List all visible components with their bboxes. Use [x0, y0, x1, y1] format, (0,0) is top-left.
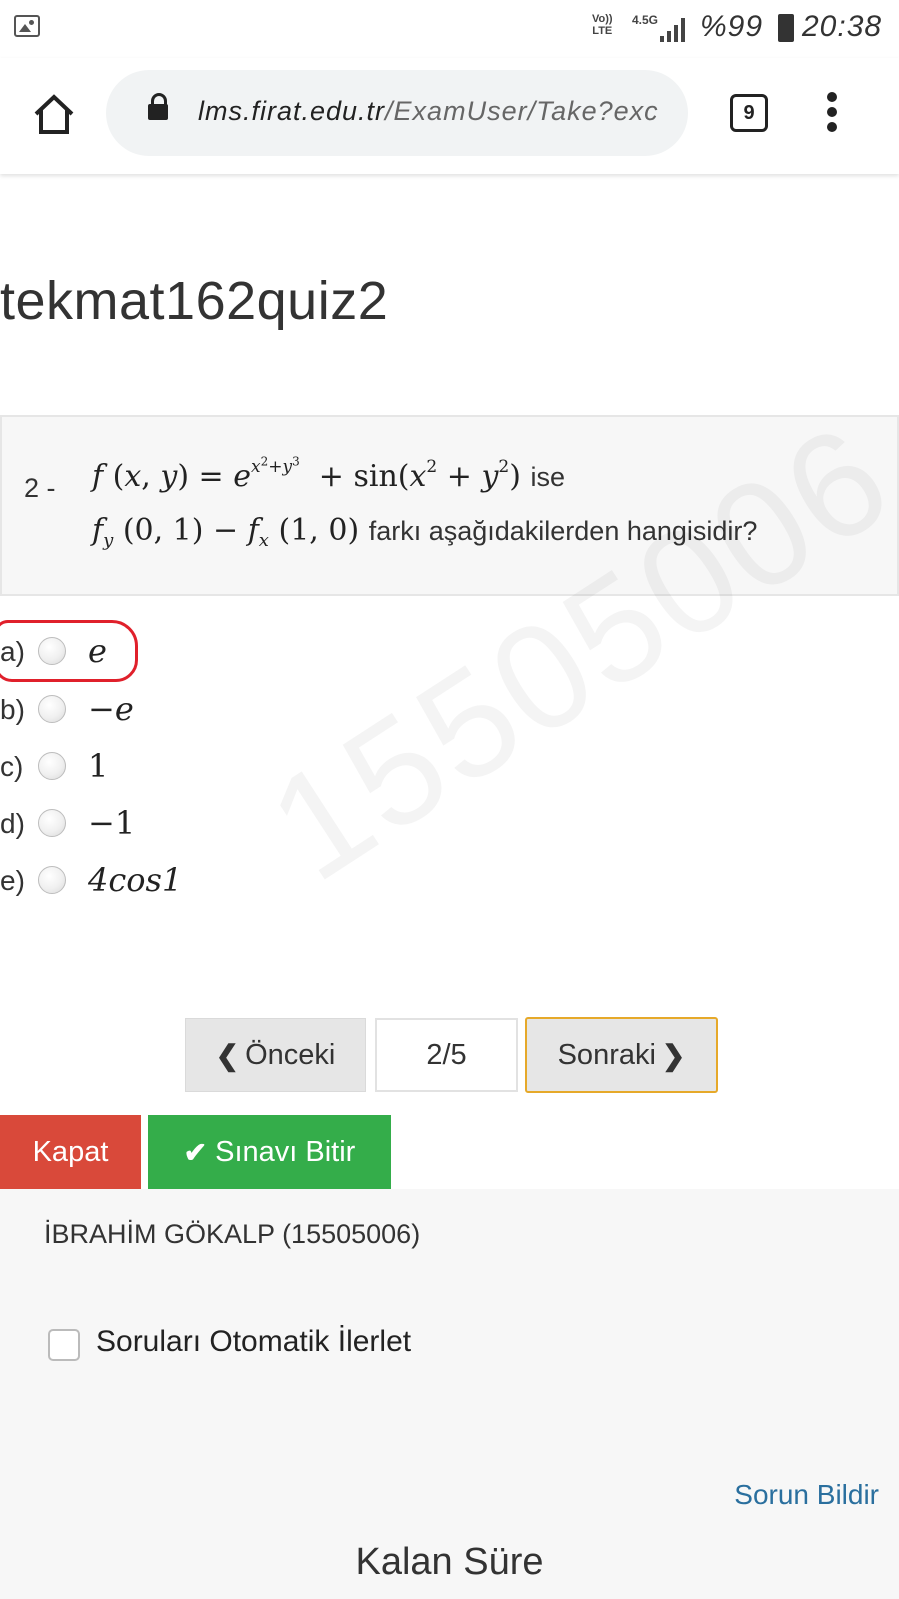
option-label: a)	[0, 636, 25, 667]
browser-toolbar: lms.firat.edu.tr/ExamUser/Take?exc 9	[0, 58, 899, 174]
option-label: e)	[0, 865, 25, 896]
next-button[interactable]: Sonraki ❯	[525, 1017, 718, 1093]
finish-exam-button[interactable]: ✔ Sınavı Bitir	[148, 1115, 391, 1189]
question-text: farkı aşağıdakilerden hangisidir?	[368, 516, 758, 546]
option-value: 4cos1	[88, 861, 183, 899]
signal-icon	[660, 18, 692, 42]
image-notification-icon	[14, 15, 40, 37]
previous-button[interactable]: ❮ Önceki	[185, 1018, 366, 1092]
status-bar: Vo)) LTE 4.5G %99 20:38	[0, 0, 899, 58]
question-panel: 2 - f (x, y) = ex2+y3 + sin(x2 + y2) ise…	[0, 415, 899, 596]
option-a[interactable]: a) e	[0, 628, 300, 678]
remaining-time-label: Kalan Süre	[355, 1541, 544, 1583]
auto-advance-checkbox[interactable]	[48, 1329, 80, 1361]
report-issue-link[interactable]: Sorun Bildir	[734, 1479, 879, 1511]
check-icon: ✔	[183, 1136, 208, 1168]
battery-percent: %99	[700, 10, 764, 43]
option-value: −1	[88, 804, 136, 842]
network-type: 4.5G	[632, 13, 659, 27]
address-bar[interactable]: lms.firat.edu.tr/ExamUser/Take?exc	[106, 70, 688, 156]
student-name: İBRAHİM GÖKALP (15505006)	[44, 1219, 421, 1249]
option-radio[interactable]	[38, 752, 66, 780]
option-label: b)	[0, 694, 25, 725]
more-menu-icon[interactable]	[826, 92, 838, 140]
chevron-left-icon: ❮	[215, 1039, 240, 1071]
question-number: 2 -	[24, 473, 56, 503]
exam-info-panel: İBRAHİM GÖKALP (15505006) Soruları Otoma…	[0, 1189, 899, 1599]
home-icon[interactable]	[32, 92, 76, 136]
option-label: c)	[0, 751, 24, 782]
volte-indicator: Vo)) LTE	[592, 13, 613, 37]
lock-icon	[148, 93, 168, 120]
auto-advance-label[interactable]: Soruları Otomatik İlerlet	[96, 1325, 411, 1359]
exam-title: tekmat162quiz2	[0, 271, 389, 331]
option-radio[interactable]	[38, 866, 66, 894]
question-suffix: ise	[530, 462, 566, 492]
chevron-right-icon: ❯	[661, 1039, 686, 1071]
url-text[interactable]: lms.firat.edu.tr/ExamUser/Take?exc	[198, 96, 659, 127]
option-d[interactable]: d) −1	[0, 800, 300, 850]
option-label: d)	[0, 808, 25, 839]
question-formula: f (x, y) = ex2+y3 + sin(x2 + y2) ise	[92, 454, 566, 494]
option-b[interactable]: b) −e	[0, 686, 300, 736]
option-radio[interactable]	[38, 695, 66, 723]
option-value: −e	[88, 690, 134, 728]
battery-icon	[778, 14, 794, 42]
option-radio[interactable]	[38, 809, 66, 837]
option-value: 1	[88, 747, 109, 785]
option-c[interactable]: c) 1	[0, 743, 300, 793]
question-expression: fy (0, 1) − fx (1, 0) farkı aşağıdakiler…	[92, 513, 758, 551]
tab-switcher-button[interactable]: 9	[730, 94, 768, 132]
option-radio[interactable]	[38, 637, 66, 665]
close-button[interactable]: Kapat	[0, 1115, 141, 1189]
page-indicator: 2/5	[375, 1018, 518, 1092]
clock: 20:38	[802, 10, 883, 43]
option-e[interactable]: e) 4cos1	[0, 857, 300, 907]
option-value: e	[88, 632, 107, 670]
